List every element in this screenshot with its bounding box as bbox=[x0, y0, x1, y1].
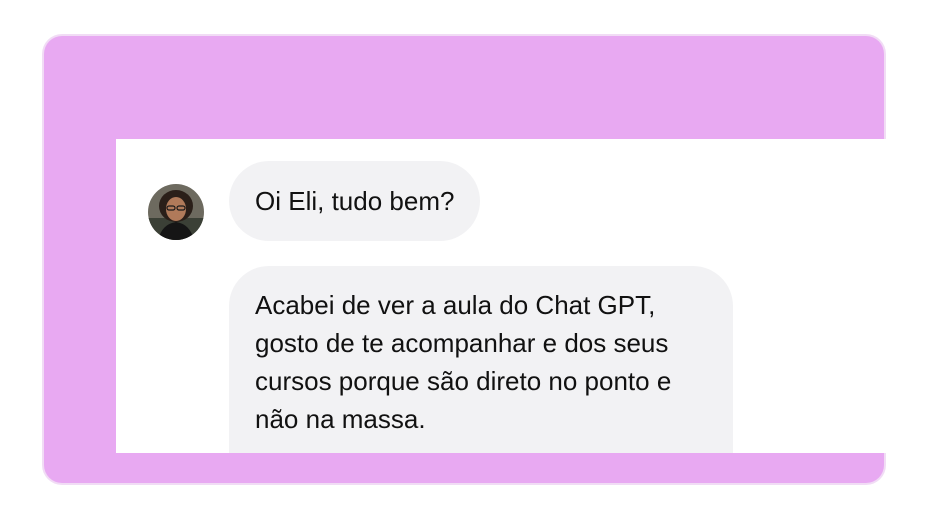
chat-screenshot-card: Oi Eli, tudo bem? Acabei de ver a aula d… bbox=[116, 139, 900, 453]
pink-frame: Oi Eli, tudo bem? Acabei de ver a aula d… bbox=[44, 36, 900, 483]
message-text-line: cursos porque são direto no ponto e bbox=[255, 366, 672, 396]
sender-avatar[interactable] bbox=[148, 184, 204, 240]
message-text: Oi Eli, tudo bem? bbox=[255, 186, 455, 216]
message-text-line: gosto de te acompanhar e dos seus bbox=[255, 328, 669, 358]
message-text-line: Acabei de ver a aula do Chat GPT, bbox=[255, 290, 656, 320]
person-avatar-icon bbox=[148, 184, 204, 240]
message-bubble-greeting[interactable]: Oi Eli, tudo bem? bbox=[229, 161, 481, 241]
message-text-line: não na massa. bbox=[255, 404, 426, 434]
message-bubble-feedback[interactable]: Acabei de ver a aula do Chat GPT, gosto … bbox=[229, 266, 733, 453]
